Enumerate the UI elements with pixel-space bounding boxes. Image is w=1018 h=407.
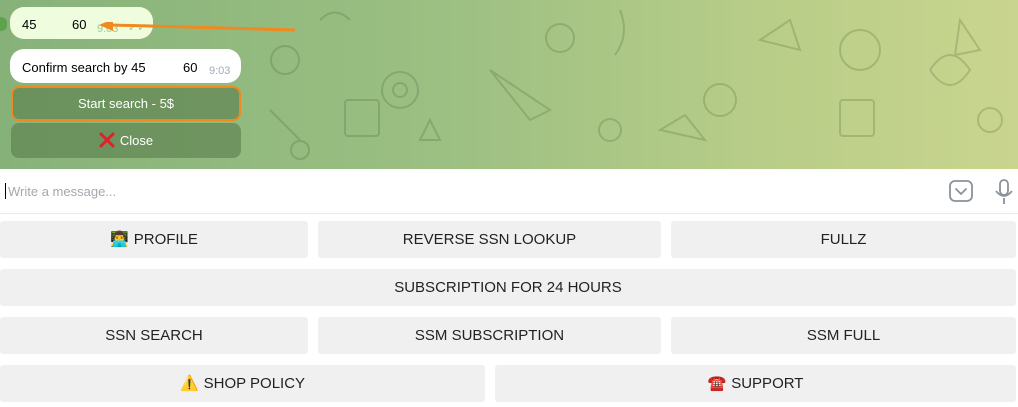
message-input[interactable]: Write a message... (8, 184, 116, 199)
support-label: SUPPORT (731, 375, 804, 392)
shop-policy-label: SHOP POLICY (203, 375, 306, 392)
profile-label: PROFILE (133, 231, 198, 248)
profile-button[interactable]: 👨‍💻 PROFILE (0, 221, 308, 258)
telephone-icon: ☎️ (707, 375, 727, 392)
microphone-icon[interactable] (994, 179, 1014, 205)
text-caret (5, 183, 6, 199)
message-text: Confirm search by 45 (22, 60, 146, 75)
close-icon (99, 132, 115, 148)
message-text-part2: 60 (72, 17, 87, 32)
ssn-search-button[interactable]: SSN SEARCH (0, 317, 308, 354)
reverse-ssn-lookup-button[interactable]: REVERSE SSN LOOKUP (318, 221, 661, 258)
chat-area: 45 60 9:03 ✓✓ Confirm search by 45 60 9:… (0, 0, 1018, 169)
support-button[interactable]: ☎️ SUPPORT (495, 365, 1016, 402)
message-text-part1: 45 (22, 17, 37, 32)
shop-policy-button[interactable]: ⚠️ SHOP POLICY (0, 365, 485, 402)
annotation-arrow-icon (99, 22, 296, 32)
subscription-24h-button[interactable]: SUBSCRIPTION FOR 24 HOURS (0, 269, 1016, 306)
ssm-full-button[interactable]: SSM FULL (671, 317, 1016, 354)
message-number: 60 (183, 60, 198, 75)
close-button-label: Close (119, 133, 154, 148)
message-input-bar[interactable]: Write a message... (0, 169, 1018, 214)
incoming-message[interactable]: Confirm search by 45 60 9:03 (10, 49, 241, 83)
keyboard-toggle-icon[interactable] (949, 180, 973, 202)
message-time: 9:03 (209, 65, 231, 77)
start-search-button[interactable]: Start search - 5$ (11, 86, 241, 121)
fullz-button[interactable]: FULLZ (671, 221, 1016, 258)
close-button[interactable]: Close (11, 123, 241, 158)
ssm-subscription-button[interactable]: SSM SUBSCRIPTION (318, 317, 661, 354)
technologist-icon: 👨‍💻 (110, 231, 129, 248)
warning-icon: ⚠️ (179, 375, 199, 392)
